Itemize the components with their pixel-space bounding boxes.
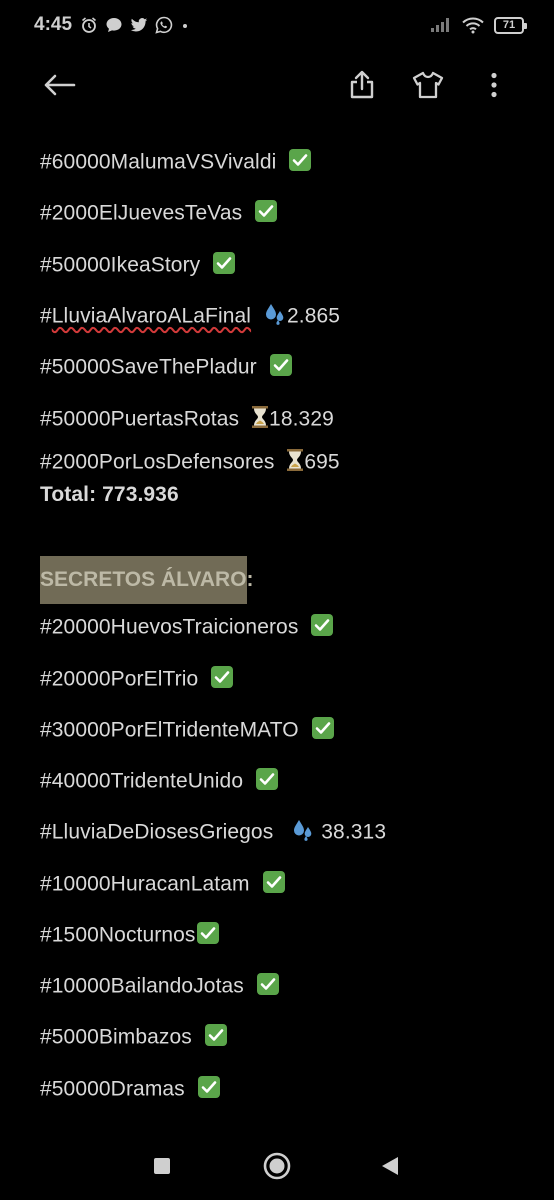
check-mark-icon bbox=[256, 972, 280, 1002]
spellcheck-underlined-text[interactable]: LluviaAlvaroALaFinal bbox=[52, 305, 251, 328]
check-mark-icon bbox=[204, 1023, 228, 1053]
check-mark-icon bbox=[288, 148, 312, 178]
check-mark-icon bbox=[254, 199, 278, 229]
twitter-icon bbox=[130, 18, 148, 32]
status-time: 4:45 bbox=[34, 14, 73, 35]
list-item: #LluviaDeDiosesGriegos 38.313 bbox=[40, 818, 386, 848]
nav-back-button[interactable] bbox=[366, 1142, 414, 1190]
list-item: #40000TridenteUnido bbox=[40, 767, 279, 797]
droplets-icon bbox=[291, 818, 315, 848]
list-item: #LluviaAlvaroALaFinal 2.865 bbox=[40, 302, 340, 332]
back-arrow-icon bbox=[44, 74, 76, 96]
wifi-icon bbox=[462, 17, 484, 34]
list-item: #50000Dramas bbox=[40, 1075, 221, 1105]
list-item: #50000IkeaStory bbox=[40, 251, 236, 281]
system-icons: 71 bbox=[430, 13, 527, 37]
check-mark-icon bbox=[197, 1075, 221, 1105]
list-item: #1500Nocturnos bbox=[40, 921, 220, 951]
signal-icon bbox=[431, 18, 449, 32]
check-mark-icon bbox=[255, 767, 279, 797]
dot-icon bbox=[183, 24, 187, 28]
list-item: #20000HuevosTraicioneros bbox=[40, 613, 334, 643]
check-mark-icon bbox=[310, 613, 334, 643]
check-mark-icon bbox=[269, 353, 293, 383]
check-mark-icon bbox=[196, 921, 220, 951]
list-item: #2000ElJuevesTeVas bbox=[40, 199, 278, 229]
recents-button[interactable] bbox=[138, 1142, 186, 1190]
list-item: #20000PorElTrio bbox=[40, 665, 234, 695]
droplets-icon bbox=[263, 302, 287, 332]
share-icon bbox=[350, 70, 374, 99]
more-options-button[interactable] bbox=[471, 62, 517, 108]
navigation-bar bbox=[0, 1132, 554, 1200]
more-vert-icon bbox=[491, 72, 497, 98]
battery-icon: 71 bbox=[494, 16, 527, 34]
list-item: #30000PorElTridenteMATO bbox=[40, 716, 335, 746]
notification-icons bbox=[80, 13, 190, 37]
whatsapp-icon bbox=[155, 16, 173, 34]
recents-square-icon bbox=[154, 1158, 170, 1174]
chat-bubble-icon bbox=[106, 18, 122, 32]
alarm-icon bbox=[81, 17, 97, 33]
list-item: #10000BailandoJotas bbox=[40, 972, 280, 1002]
home-circle-icon bbox=[263, 1152, 291, 1180]
check-mark-icon bbox=[210, 665, 234, 695]
hourglass-icon bbox=[286, 448, 304, 478]
theme-button[interactable] bbox=[405, 62, 451, 108]
check-mark-icon bbox=[311, 716, 335, 746]
section-title-highlight: SECRETOS ÁLVARO: bbox=[40, 556, 254, 604]
list-item: #5000Bimbazos bbox=[40, 1023, 228, 1053]
list-item: #50000SaveThePladur bbox=[40, 353, 293, 383]
list-item: #50000PuertasRotas 18.329 bbox=[40, 405, 334, 435]
share-button[interactable] bbox=[339, 62, 385, 108]
list-item: #60000MalumaVSVivaldi bbox=[40, 148, 312, 178]
tshirt-icon bbox=[412, 71, 444, 99]
list-item: #10000HuracanLatam bbox=[40, 870, 286, 900]
top-toolbar bbox=[0, 50, 554, 120]
status-bar: 4:45 71 bbox=[0, 0, 554, 50]
hourglass-icon bbox=[251, 405, 269, 435]
battery-level: 71 bbox=[502, 19, 516, 31]
back-triangle-icon bbox=[382, 1157, 398, 1175]
check-mark-icon bbox=[262, 870, 286, 900]
note-content[interactable]: #60000MalumaVSVivaldi #2000ElJuevesTeVas… bbox=[40, 120, 520, 1132]
list-item: #2000PorLosDefensores 695 bbox=[40, 448, 340, 478]
home-button[interactable] bbox=[253, 1142, 301, 1190]
check-mark-icon bbox=[212, 251, 236, 281]
total-line: Total: 773.936 bbox=[40, 483, 179, 506]
back-button[interactable] bbox=[36, 62, 82, 108]
